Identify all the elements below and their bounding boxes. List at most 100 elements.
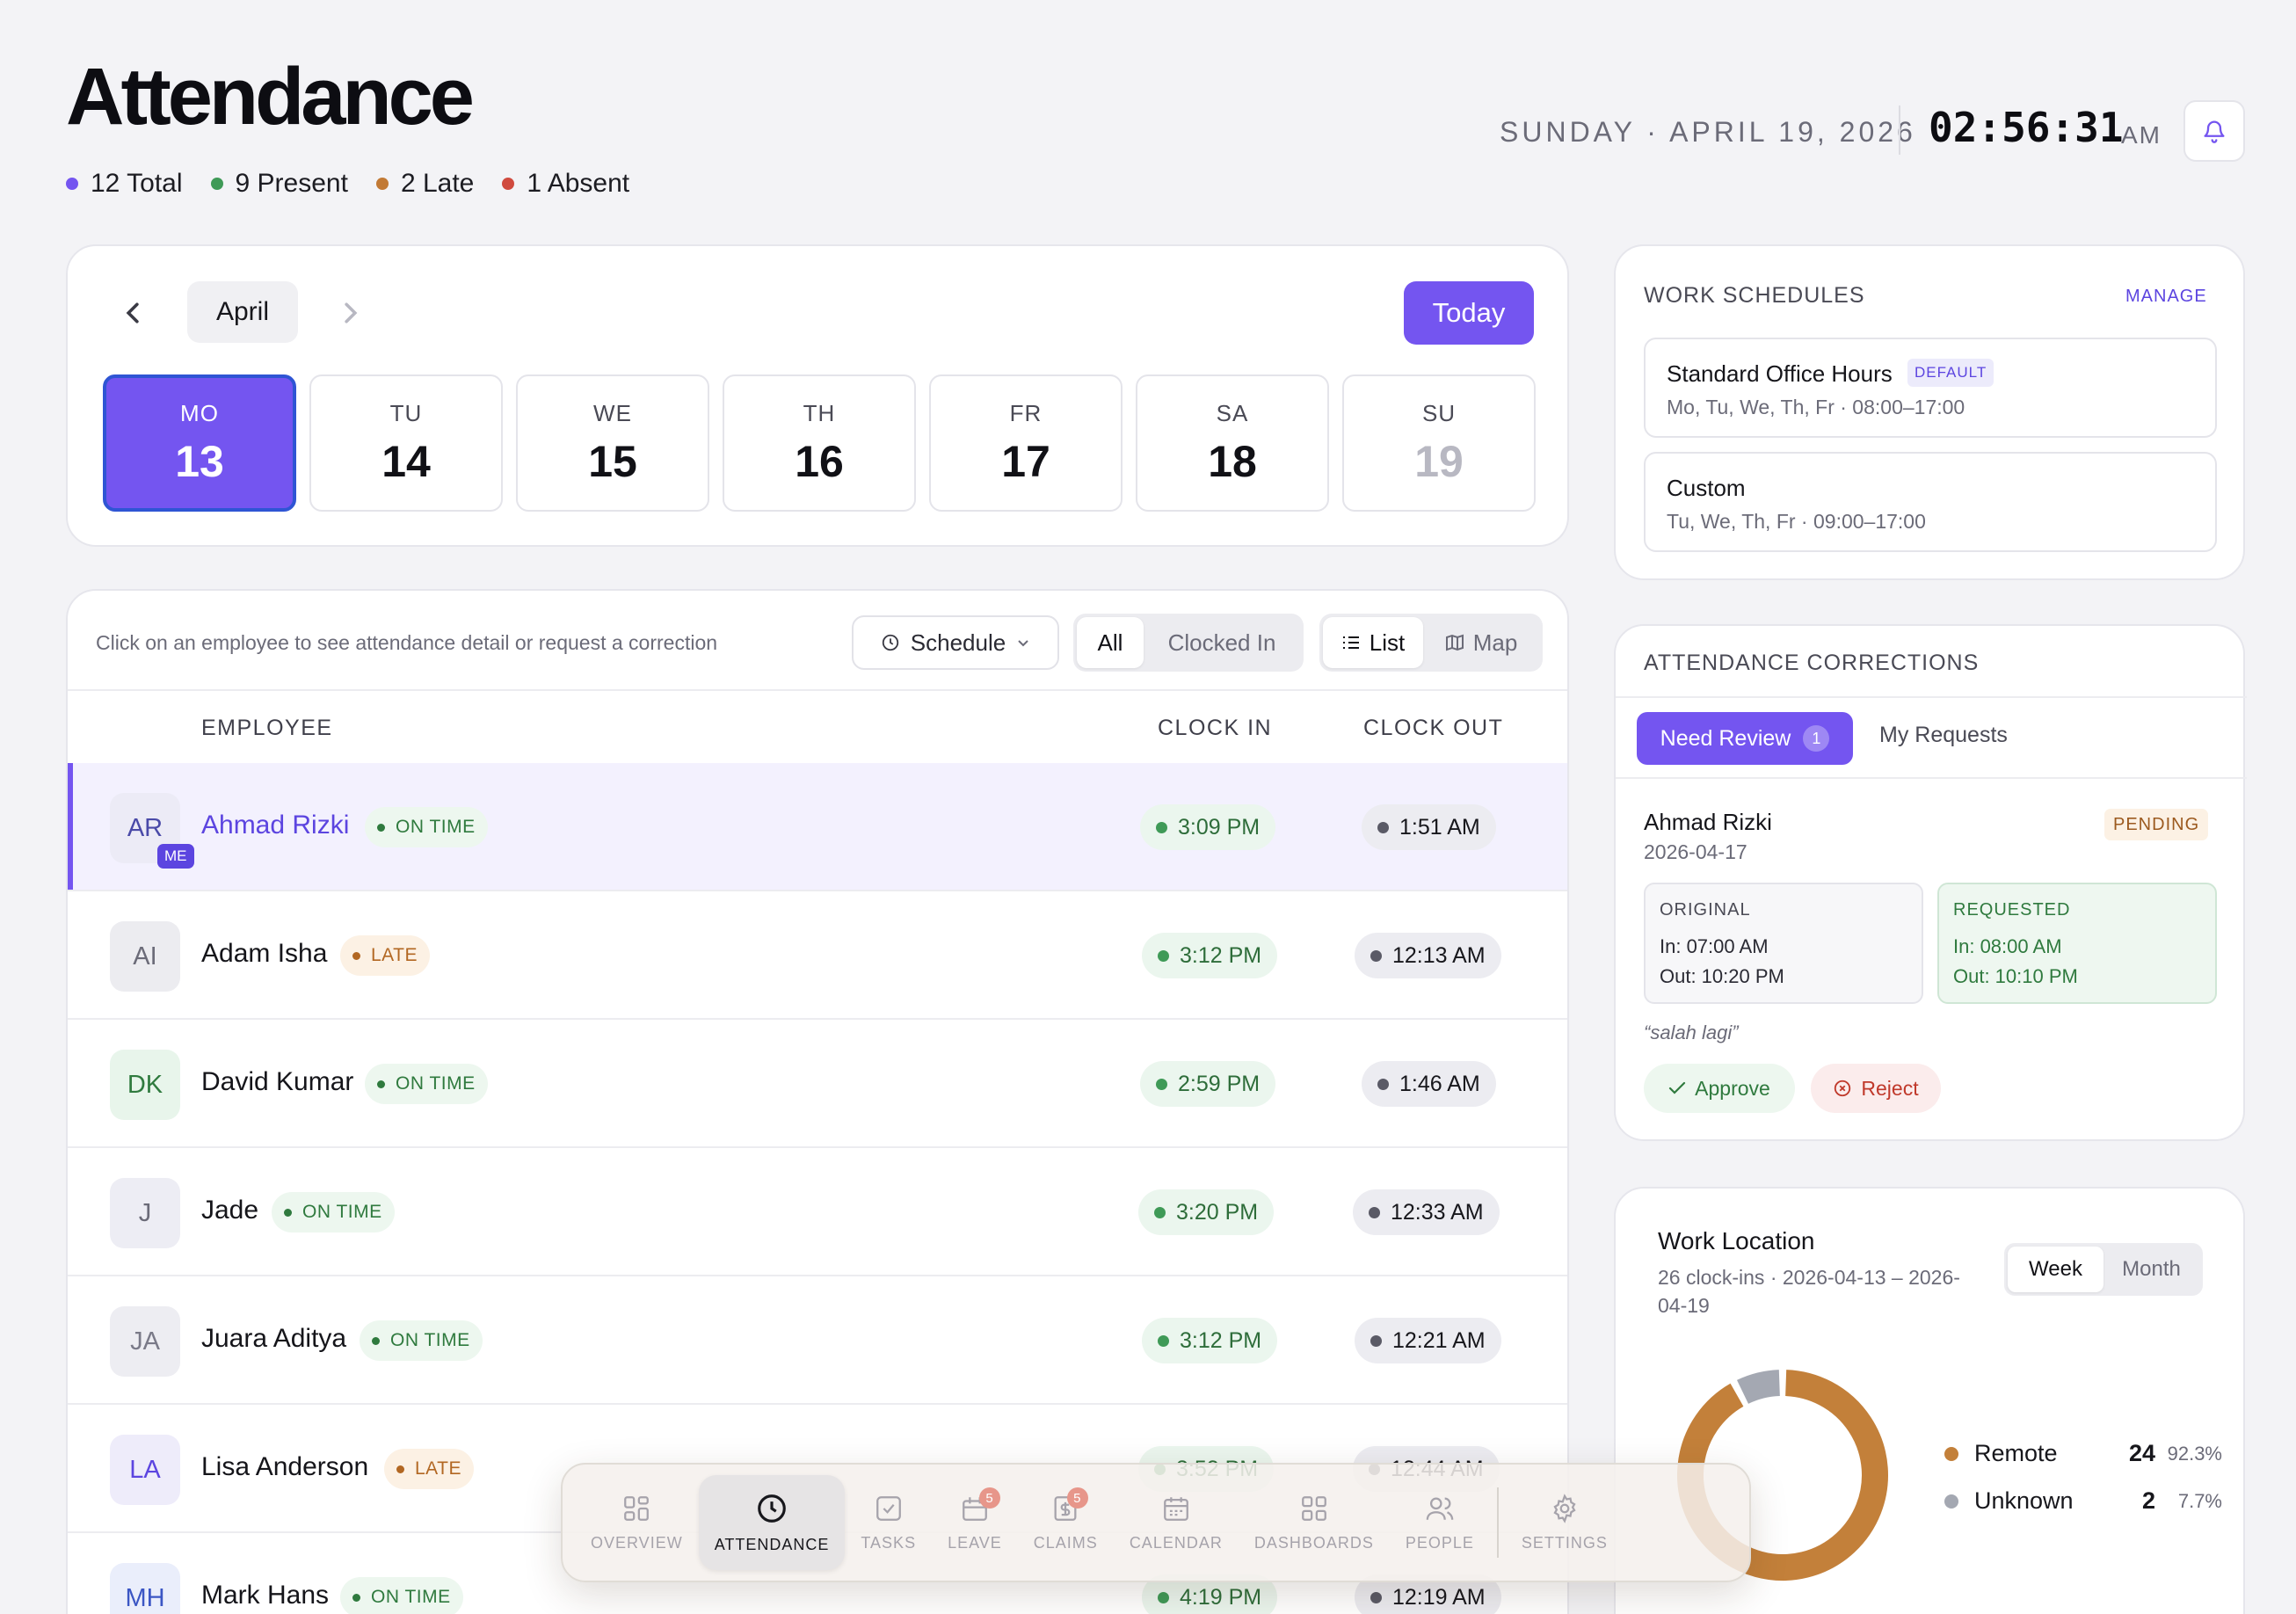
day-thursday[interactable]: TH 16 bbox=[723, 374, 916, 512]
column-clock-out: CLOCK OUT bbox=[1363, 716, 1504, 740]
range-week[interactable]: Week bbox=[2008, 1247, 2103, 1292]
manage-link[interactable]: MANAGE bbox=[2125, 287, 2207, 307]
day-number: 13 bbox=[175, 436, 224, 486]
divider bbox=[1616, 696, 2247, 698]
time-value: 3:09 PM bbox=[1178, 814, 1261, 840]
day-monday[interactable]: MO 13 bbox=[103, 374, 296, 512]
employee-name: Mark Hans bbox=[201, 1581, 330, 1610]
section-title: ATTENDANCE CORRECTIONS bbox=[1644, 651, 1980, 675]
nav-label: TASKS bbox=[861, 1533, 917, 1552]
today-button[interactable]: Today bbox=[1404, 281, 1534, 345]
time-dot bbox=[1377, 1078, 1389, 1090]
day-tuesday[interactable]: TU 14 bbox=[309, 374, 503, 512]
filter-all[interactable]: All bbox=[1077, 617, 1144, 668]
legend-name: Unknown bbox=[1974, 1487, 2074, 1514]
day-number: 17 bbox=[1001, 436, 1050, 486]
status-label: LATE bbox=[415, 1458, 461, 1479]
time-dot bbox=[1156, 821, 1167, 833]
range-month[interactable]: Month bbox=[2103, 1247, 2199, 1292]
schedule-dropdown[interactable]: Schedule bbox=[852, 615, 1059, 670]
day-saturday[interactable]: SA 18 bbox=[1136, 374, 1329, 512]
check-icon bbox=[1669, 1081, 1686, 1094]
request-note: “salah lagi” bbox=[1644, 1021, 1739, 1043]
nav-dashboards[interactable]: DASHBOARDS bbox=[1239, 1475, 1390, 1570]
nav-label: SETTINGS bbox=[1521, 1533, 1608, 1552]
day-sunday[interactable]: SU 19 bbox=[1342, 374, 1536, 512]
time-value: 12:33 AM bbox=[1391, 1199, 1484, 1225]
clock-in-time: 3:12 PM bbox=[1142, 1318, 1278, 1363]
status-dot bbox=[352, 1593, 360, 1602]
nav-people[interactable]: PEOPLE bbox=[1390, 1475, 1490, 1570]
day-number: 15 bbox=[588, 436, 637, 486]
day-friday[interactable]: FR 17 bbox=[929, 374, 1123, 512]
stat-dot bbox=[502, 178, 515, 190]
time-ampm: AM bbox=[2121, 121, 2162, 149]
donut-slice-unknown bbox=[1736, 1370, 1781, 1405]
prev-month-button[interactable] bbox=[106, 287, 159, 339]
employee-name: Jade bbox=[201, 1196, 259, 1225]
nav-overview[interactable]: OVERVIEW bbox=[575, 1475, 699, 1570]
nav-settings[interactable]: SETTINGS bbox=[1506, 1475, 1624, 1570]
time-dot bbox=[1369, 1206, 1380, 1218]
avatar: AI bbox=[110, 921, 180, 992]
view-list[interactable]: List bbox=[1323, 617, 1423, 668]
table-row[interactable]: J Jade ON TIME 3:20 PM 12:33 AM bbox=[68, 1148, 1567, 1276]
original-times: ORIGINAL In: 07:00 AM Out: 10:20 PM bbox=[1644, 883, 1923, 1004]
chevron-left-icon bbox=[126, 302, 139, 324]
nav-label: CALENDAR bbox=[1129, 1533, 1223, 1552]
review-count-badge: 1 bbox=[1803, 725, 1830, 752]
tab-my-requests[interactable]: My Requests bbox=[1879, 723, 2008, 748]
time-dot bbox=[1158, 1591, 1169, 1603]
nav-tasks[interactable]: TASKS bbox=[845, 1475, 932, 1570]
month-selector[interactable]: April bbox=[187, 281, 298, 343]
status-dot bbox=[377, 1080, 385, 1088]
nav-label: OVERVIEW bbox=[591, 1533, 683, 1552]
table-row[interactable]: JA Juara Aditya ON TIME 3:12 PM 12:21 AM bbox=[68, 1276, 1567, 1405]
time-dot bbox=[1156, 1078, 1167, 1090]
box-title: ORIGINAL bbox=[1660, 900, 1751, 920]
time-value: 3:12 PM bbox=[1180, 1327, 1262, 1353]
clock-out-time: 1:51 AM bbox=[1362, 804, 1496, 850]
schedule-name: Standard Office Hours bbox=[1667, 360, 1893, 387]
day-wednesday[interactable]: WE 15 bbox=[516, 374, 709, 512]
time-dot bbox=[1377, 821, 1389, 833]
reject-button[interactable]: Reject bbox=[1811, 1064, 1941, 1113]
attendance-stats: 12 Total 9 Present 2 Late 1 Absent bbox=[66, 169, 629, 199]
approve-button[interactable]: Approve bbox=[1644, 1064, 1795, 1113]
time-dot bbox=[1370, 949, 1382, 962]
stat-label: 9 Present bbox=[235, 169, 348, 198]
nav-calendar[interactable]: CALENDAR bbox=[1114, 1475, 1239, 1570]
tab-label: Need Review bbox=[1660, 725, 1791, 751]
day-of-week: TH bbox=[803, 399, 836, 426]
employees-card: Click on an employee to see attendance d… bbox=[66, 589, 1569, 1614]
legend-value: 2 bbox=[2141, 1487, 2155, 1514]
table-row[interactable]: AI Adam Isha LATE 3:12 PM 12:13 AM bbox=[68, 891, 1567, 1020]
status-label: ON TIME bbox=[396, 817, 476, 837]
status-badge: ON TIME bbox=[272, 1192, 395, 1232]
schedule-name: Custom bbox=[1667, 475, 1746, 501]
requested-in: In: 08:00 AM bbox=[1953, 935, 2062, 957]
status-label: ON TIME bbox=[302, 1202, 382, 1222]
header-divider bbox=[68, 689, 1567, 691]
notifications-button[interactable] bbox=[2183, 100, 2245, 162]
day-number: 19 bbox=[1414, 436, 1464, 486]
clock-icon bbox=[758, 1494, 786, 1523]
schedule-item[interactable]: Custom Tu, We, Th, Fr · 09:00–17:00 bbox=[1644, 452, 2217, 552]
nav-attendance[interactable]: ATTENDANCE bbox=[698, 1475, 846, 1570]
nav-leave[interactable]: 5 LEAVE bbox=[932, 1475, 1018, 1570]
nav-claims[interactable]: 5 CLAIMS bbox=[1018, 1475, 1114, 1570]
next-month-button[interactable] bbox=[324, 287, 377, 339]
status-label: ON TIME bbox=[390, 1330, 470, 1350]
bell-icon bbox=[2204, 120, 2225, 143]
table-row[interactable]: AR ME Ahmad Rizki ON TIME 3:09 PM 1:51 A… bbox=[68, 763, 1567, 891]
tab-need-review[interactable]: Need Review 1 bbox=[1637, 712, 1853, 765]
time-dot bbox=[1370, 1334, 1382, 1347]
status-badge: LATE bbox=[340, 935, 430, 976]
filter-clocked-in[interactable]: Clocked In bbox=[1144, 617, 1300, 668]
table-row[interactable]: DK David Kumar ON TIME 2:59 PM 1:46 AM bbox=[68, 1020, 1567, 1148]
original-in: In: 07:00 AM bbox=[1660, 935, 1769, 957]
request-date: 2026-04-17 bbox=[1644, 840, 1747, 863]
stat-total: 12 Total bbox=[66, 169, 183, 199]
view-map[interactable]: Map bbox=[1423, 617, 1539, 668]
schedule-item[interactable]: Standard Office Hours DEFAULT Mo, Tu, We… bbox=[1644, 338, 2217, 438]
